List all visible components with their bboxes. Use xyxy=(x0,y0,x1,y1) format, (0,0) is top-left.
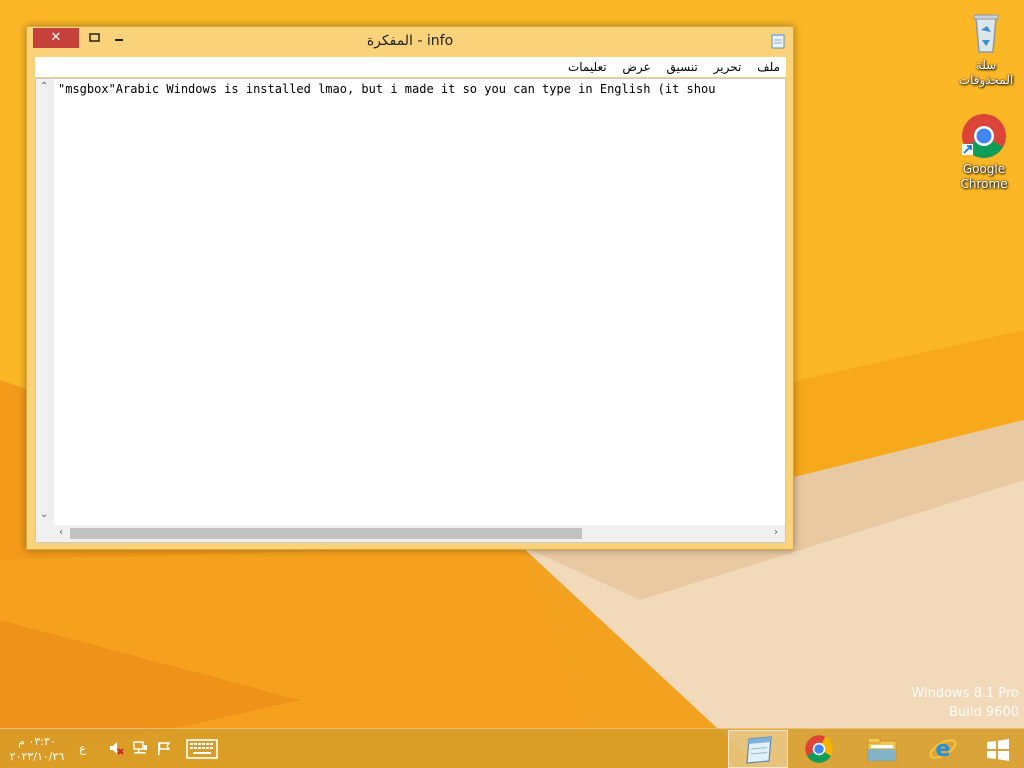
menu-view[interactable]: عرض xyxy=(616,57,656,77)
clock[interactable]: ٠٣:٣٠ م ٢٠٢٣/١٠/٢٦ xyxy=(8,734,66,764)
file-explorer-icon xyxy=(867,737,897,762)
volume-muted-icon[interactable] xyxy=(108,740,124,756)
text-editor[interactable]: ⌃ ⌄ "msgbox"Arabic Windows is installed … xyxy=(35,78,786,543)
scroll-up-icon[interactable]: ⌃ xyxy=(40,81,48,92)
start-button[interactable] xyxy=(970,730,1024,768)
watermark-edition: Windows 8.1 Pro xyxy=(911,686,1019,701)
scroll-down-icon[interactable]: ⌄ xyxy=(40,509,48,520)
chrome-desktop-icon[interactable]: Google Chrome xyxy=(946,112,1022,192)
taskbar: ٠٣:٣٠ م ٢٠٢٣/١٠/٢٦ ع e xyxy=(0,728,1024,768)
windows-watermark: Windows 8.1 Pro Build 9600 xyxy=(911,684,1019,722)
taskbar-file-explorer[interactable] xyxy=(852,730,912,768)
network-icon[interactable] xyxy=(132,740,148,756)
language-indicator[interactable]: ع xyxy=(79,741,86,755)
recycle-bin-icon xyxy=(973,14,999,53)
menu-file[interactable]: ملف xyxy=(751,57,786,77)
chrome-label: Google Chrome xyxy=(960,162,1008,191)
notepad-icon xyxy=(746,736,772,764)
taskbar-internet-explorer[interactable]: e xyxy=(914,730,974,768)
notepad-icon xyxy=(771,34,785,49)
size-grip[interactable] xyxy=(36,525,54,542)
menu-format[interactable]: تنسيق xyxy=(661,57,704,77)
windows-start-icon xyxy=(987,739,1009,761)
menu-edit[interactable]: تحرير xyxy=(708,57,748,77)
document-text[interactable]: "msgbox"Arabic Windows is installed lmao… xyxy=(58,81,763,521)
chrome-icon xyxy=(962,114,1006,158)
clock-time: ٠٣:٣٠ م xyxy=(18,735,56,748)
svg-text:e: e xyxy=(936,737,951,762)
action-center-flag-icon[interactable] xyxy=(156,740,172,756)
window-title: info - المفكرة xyxy=(366,33,454,49)
recycle-bin-desktop-icon[interactable]: سلة المحذوفات xyxy=(948,8,1024,88)
horizontal-scrollbar[interactable]: ‹ › xyxy=(54,525,785,542)
touch-keyboard-icon[interactable] xyxy=(186,738,218,760)
recycle-bin-label: سلة المحذوفات xyxy=(958,58,1014,87)
notepad-window[interactable]: ✕ info - المفكرة ملف تحرير تنسيق عرض تعل… xyxy=(26,26,794,550)
vertical-scrollbar[interactable]: ⌃ ⌄ xyxy=(36,79,54,525)
scroll-left-icon[interactable]: ‹ xyxy=(59,527,63,538)
clock-date: ٢٠٢٣/١٠/٢٦ xyxy=(9,750,65,763)
menu-help[interactable]: تعليمات xyxy=(562,57,613,77)
watermark-build: Build 9600 xyxy=(949,705,1019,720)
menu-bar: ملف تحرير تنسيق عرض تعليمات xyxy=(35,57,786,77)
scroll-right-icon[interactable]: › xyxy=(774,527,778,538)
taskbar-chrome[interactable] xyxy=(790,730,850,768)
chrome-icon xyxy=(805,735,833,763)
taskbar-notepad[interactable] xyxy=(728,730,788,768)
title-bar[interactable]: ✕ info - المفكرة xyxy=(27,27,793,57)
horizontal-scroll-thumb[interactable] xyxy=(70,528,582,539)
internet-explorer-icon: e xyxy=(929,737,957,762)
